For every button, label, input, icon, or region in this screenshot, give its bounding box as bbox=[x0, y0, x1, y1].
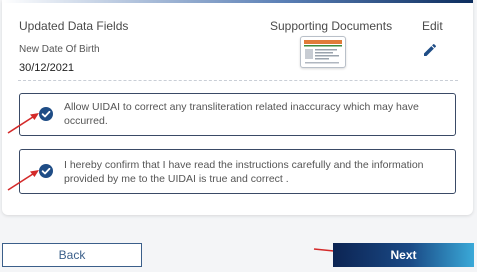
edit-pencil-button[interactable] bbox=[422, 42, 438, 58]
back-button[interactable]: Back bbox=[2, 243, 142, 267]
pencil-icon bbox=[424, 43, 436, 56]
dob-field-value: 30/12/2021 bbox=[19, 62, 75, 74]
section-divider bbox=[18, 80, 458, 81]
consent-text-transliteration: Allow UIDAI to correct any transliterati… bbox=[64, 101, 419, 127]
consent-text-declaration: I hereby confirm that I have read the in… bbox=[64, 159, 424, 185]
dob-field-label: New Date Of Birth bbox=[19, 44, 100, 55]
document-thumbnail-icon[interactable] bbox=[300, 36, 346, 68]
next-button[interactable]: Next bbox=[333, 243, 474, 267]
consent-box-declaration[interactable]: I hereby confirm that I have read the in… bbox=[19, 149, 456, 194]
supporting-documents-header: Supporting Documents bbox=[270, 19, 393, 33]
updated-fields-header: Updated Data Fields bbox=[19, 19, 129, 33]
check-circle-icon[interactable] bbox=[39, 107, 53, 121]
card-top-accent bbox=[2, 0, 473, 3]
review-card: Updated Data Fields Supporting Documents… bbox=[2, 0, 473, 215]
consent-box-transliteration[interactable]: Allow UIDAI to correct any transliterati… bbox=[19, 93, 456, 136]
edit-header: Edit bbox=[422, 19, 443, 33]
check-circle-icon[interactable] bbox=[39, 164, 53, 178]
